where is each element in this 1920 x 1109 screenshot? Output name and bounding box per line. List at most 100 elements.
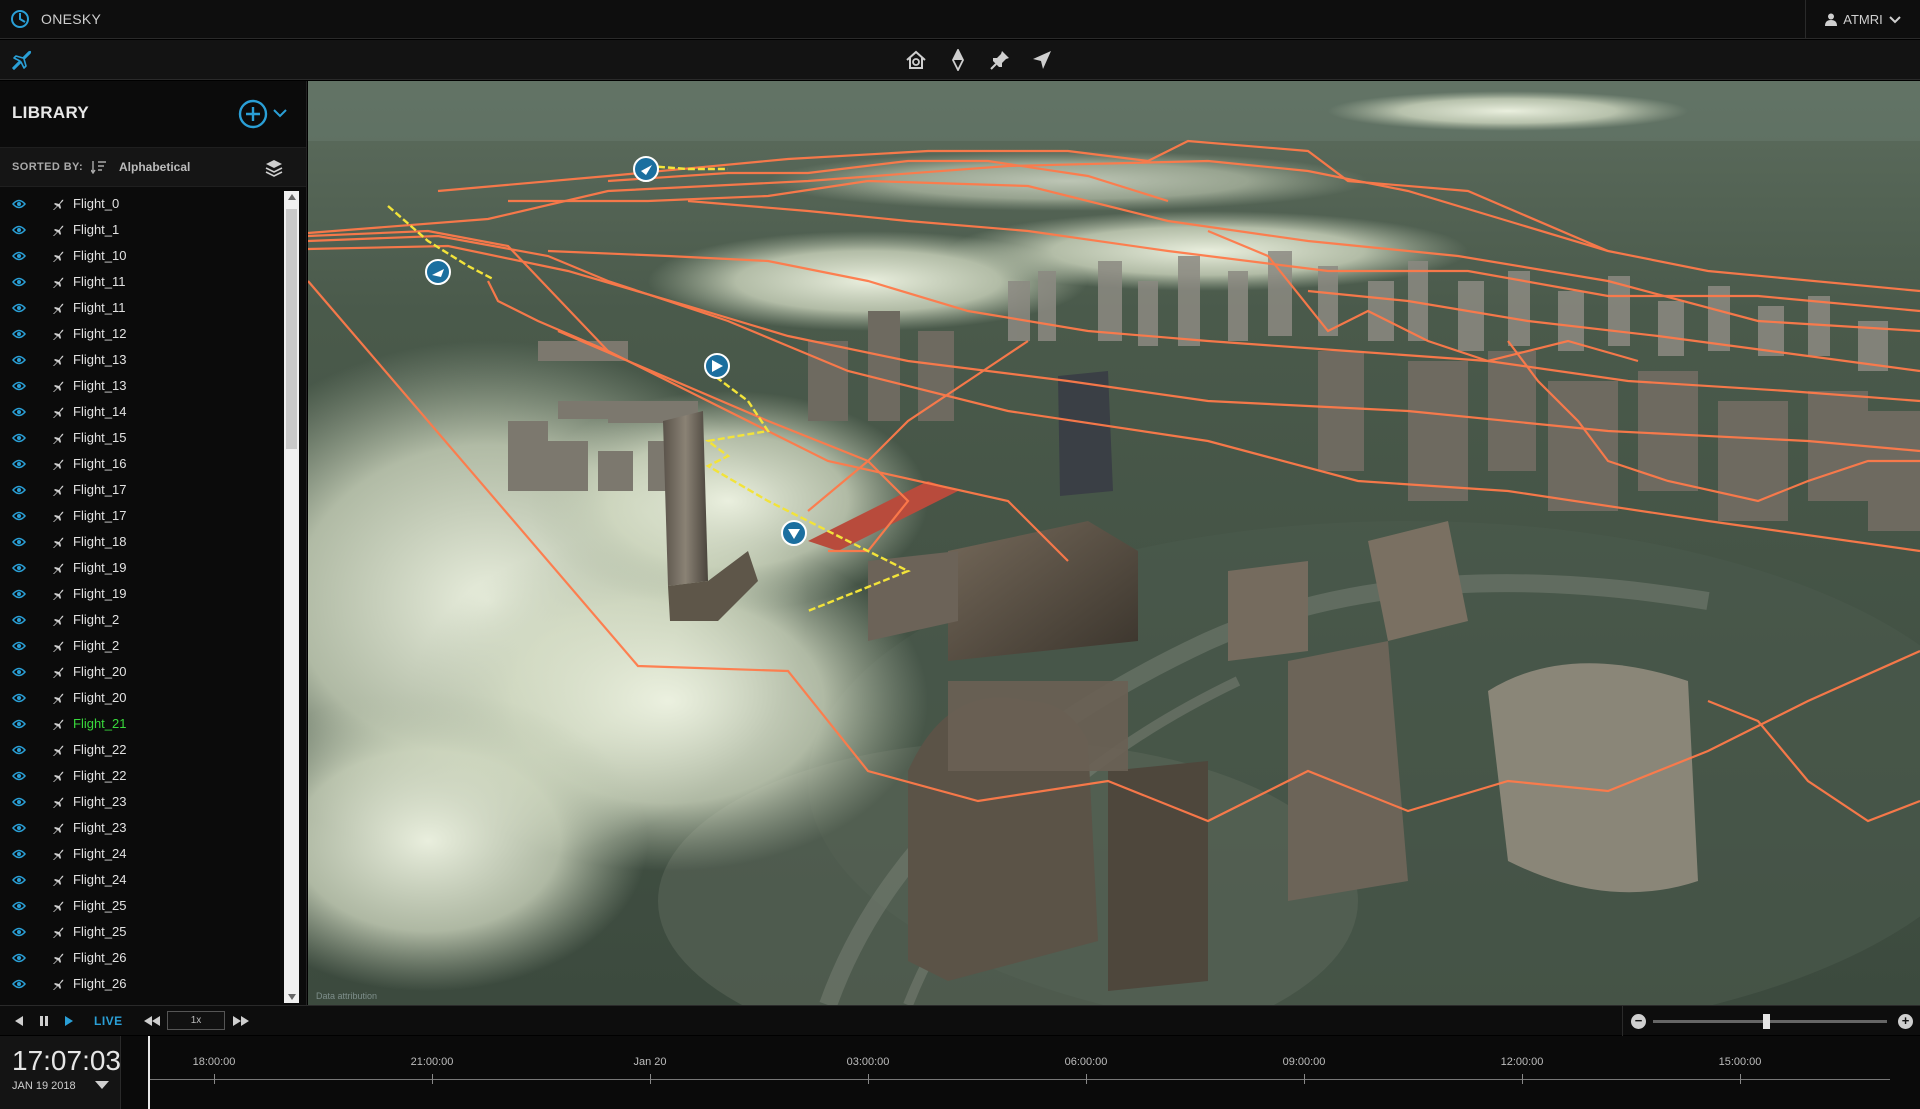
visibility-eye-icon[interactable] xyxy=(12,485,26,495)
flight-list-item[interactable]: Flight_25 xyxy=(0,893,284,919)
flight-marker[interactable] xyxy=(781,520,807,546)
visibility-eye-icon[interactable] xyxy=(12,459,26,469)
visibility-eye-icon[interactable] xyxy=(12,719,26,729)
visibility-eye-icon[interactable] xyxy=(12,303,26,313)
visibility-eye-icon[interactable] xyxy=(12,979,26,989)
visibility-eye-icon[interactable] xyxy=(12,589,26,599)
visibility-eye-icon[interactable] xyxy=(12,251,26,261)
flight-marker[interactable] xyxy=(704,353,730,379)
visibility-eye-icon[interactable] xyxy=(12,433,26,443)
visibility-eye-icon[interactable] xyxy=(12,381,26,391)
flight-list-item[interactable]: Flight_25 xyxy=(0,919,284,945)
scroll-down-icon[interactable] xyxy=(288,994,296,1000)
visibility-eye-icon[interactable] xyxy=(12,199,26,209)
flight-list-item[interactable]: Flight_22 xyxy=(0,737,284,763)
flight-list-item[interactable]: Flight_22 xyxy=(0,763,284,789)
flight-list-item[interactable]: Flight_1 xyxy=(0,217,284,243)
visibility-eye-icon[interactable] xyxy=(12,355,26,365)
flight-list-item[interactable]: Flight_17 xyxy=(0,503,284,529)
flight-list-item[interactable]: Flight_21 xyxy=(0,711,284,737)
flight-list-item[interactable]: Flight_24 xyxy=(0,841,284,867)
zoom-slider-track[interactable] xyxy=(1653,1020,1887,1023)
flight-list-item[interactable]: Flight_19 xyxy=(0,555,284,581)
user-menu[interactable]: ATMRI xyxy=(1805,0,1920,39)
flight-list-item[interactable]: Flight_0 xyxy=(0,191,284,217)
date-picker-chevron-icon[interactable] xyxy=(95,1081,109,1089)
flight-marker[interactable] xyxy=(633,156,659,182)
visibility-eye-icon[interactable] xyxy=(12,875,26,885)
scroll-up-icon[interactable] xyxy=(288,194,296,200)
flight-mode-icon[interactable] xyxy=(10,48,34,72)
flight-list-item[interactable]: Flight_26 xyxy=(0,971,284,997)
visibility-eye-icon[interactable] xyxy=(12,823,26,833)
flight-list-item[interactable]: Flight_20 xyxy=(0,685,284,711)
flight-list-item[interactable]: Flight_18 xyxy=(0,529,284,555)
visibility-eye-icon[interactable] xyxy=(12,615,26,625)
flight-list-item[interactable]: Flight_23 xyxy=(0,815,284,841)
layers-icon[interactable] xyxy=(264,158,284,178)
visibility-eye-icon[interactable] xyxy=(12,953,26,963)
visibility-eye-icon[interactable] xyxy=(12,849,26,859)
scrollbar-thumb[interactable] xyxy=(286,209,297,449)
flight-list-item[interactable]: Flight_23 xyxy=(0,789,284,815)
visibility-eye-icon[interactable] xyxy=(12,693,26,703)
home-view-button[interactable] xyxy=(904,48,928,72)
flight-list-item[interactable]: Flight_13 xyxy=(0,347,284,373)
visibility-eye-icon[interactable] xyxy=(12,771,26,781)
zoom-slider-thumb[interactable] xyxy=(1763,1014,1770,1029)
flight-list-item[interactable]: Flight_11 xyxy=(0,269,284,295)
play-icon[interactable] xyxy=(62,1014,76,1028)
timeline-tick-label: 15:00:00 xyxy=(1718,1056,1762,1068)
flight-list-item[interactable]: Flight_26 xyxy=(0,945,284,971)
step-back-icon[interactable] xyxy=(12,1014,26,1028)
flight-list-item[interactable]: Flight_13 xyxy=(0,373,284,399)
sort-icon[interactable] xyxy=(91,160,107,174)
zoom-in-button[interactable]: + xyxy=(1898,1014,1913,1029)
flight-list-item[interactable]: Flight_19 xyxy=(0,581,284,607)
flight-list-item[interactable]: Flight_27 xyxy=(0,997,284,1003)
sort-value[interactable]: Alphabetical xyxy=(119,160,190,174)
visibility-eye-icon[interactable] xyxy=(12,277,26,287)
pin-button[interactable] xyxy=(988,48,1012,72)
flight-list-item[interactable]: Flight_2 xyxy=(0,607,284,633)
pause-icon[interactable] xyxy=(37,1014,51,1028)
flight-list-item[interactable]: Flight_11 xyxy=(0,295,284,321)
flight-list-item[interactable]: Flight_2 xyxy=(0,633,284,659)
navigate-button[interactable] xyxy=(1030,48,1054,72)
add-icon[interactable] xyxy=(237,98,269,130)
flight-marker[interactable] xyxy=(425,259,451,285)
data-attribution[interactable]: Data attribution xyxy=(316,991,377,1001)
visibility-eye-icon[interactable] xyxy=(12,407,26,417)
visibility-eye-icon[interactable] xyxy=(12,641,26,651)
visibility-eye-icon[interactable] xyxy=(12,511,26,521)
flight-icon xyxy=(53,797,64,808)
visibility-eye-icon[interactable] xyxy=(12,667,26,677)
flight-list-item[interactable]: Flight_10 xyxy=(0,243,284,269)
flight-list-item[interactable]: Flight_14 xyxy=(0,399,284,425)
compass-button[interactable] xyxy=(946,48,970,72)
fast-forward-icon[interactable] xyxy=(232,1014,250,1028)
rewind-icon[interactable] xyxy=(143,1014,161,1028)
map-viewport[interactable]: Data attribution xyxy=(308,81,1920,1005)
timeline[interactable]: 17:07:03 JAN 19 2018 18:00:00 21:00:00 Jan… xyxy=(0,1036,1920,1109)
flight-list-item[interactable]: Flight_20 xyxy=(0,659,284,685)
live-button[interactable]: LIVE xyxy=(94,1014,123,1028)
flight-list-item[interactable]: Flight_12 xyxy=(0,321,284,347)
visibility-eye-icon[interactable] xyxy=(12,745,26,755)
flight-list-item[interactable]: Flight_17 xyxy=(0,477,284,503)
flight-list-item[interactable]: Flight_16 xyxy=(0,451,284,477)
visibility-eye-icon[interactable] xyxy=(12,901,26,911)
visibility-eye-icon[interactable] xyxy=(12,563,26,573)
chevron-down-icon[interactable] xyxy=(272,105,288,121)
flight-list-item[interactable]: Flight_15 xyxy=(0,425,284,451)
visibility-eye-icon[interactable] xyxy=(12,225,26,235)
timeline-cursor[interactable] xyxy=(148,1036,150,1109)
library-scrollbar[interactable] xyxy=(284,191,299,1003)
speed-input[interactable]: 1x xyxy=(167,1011,225,1030)
visibility-eye-icon[interactable] xyxy=(12,537,26,547)
visibility-eye-icon[interactable] xyxy=(12,329,26,339)
flight-list-item[interactable]: Flight_24 xyxy=(0,867,284,893)
zoom-out-button[interactable]: − xyxy=(1631,1014,1646,1029)
visibility-eye-icon[interactable] xyxy=(12,927,26,937)
visibility-eye-icon[interactable] xyxy=(12,797,26,807)
